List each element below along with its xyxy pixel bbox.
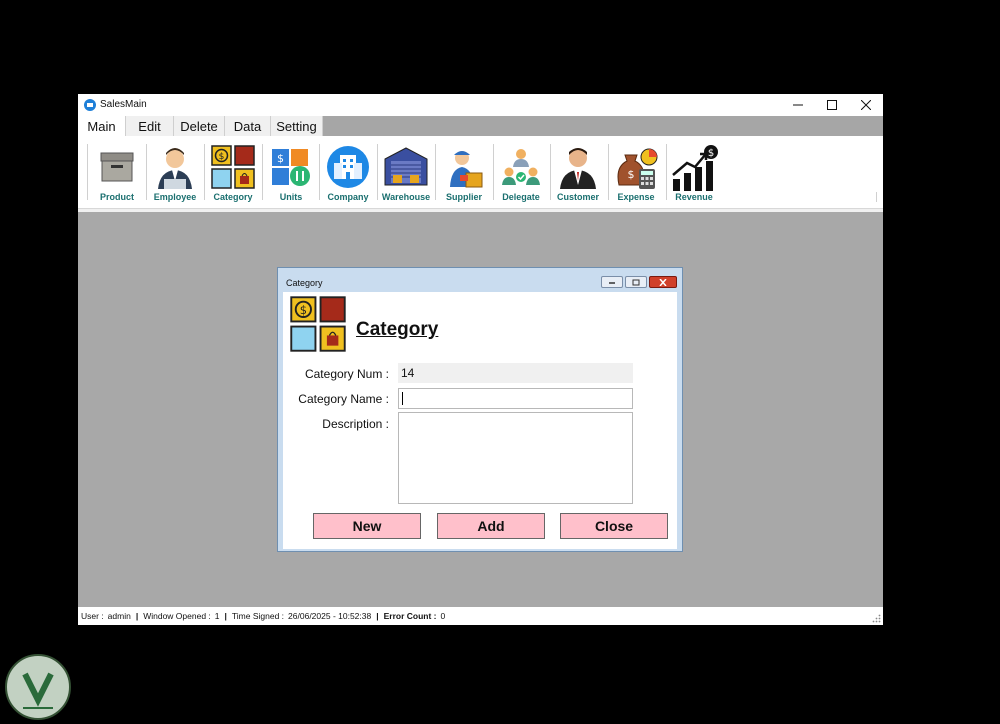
minimize-icon — [793, 104, 803, 106]
category-icon: $ — [211, 145, 255, 189]
employee-icon — [158, 148, 192, 189]
category-button[interactable]: $ Category — [205, 142, 261, 204]
units-label: Units — [279, 192, 303, 202]
add-button[interactable]: Add — [437, 513, 545, 539]
company-button[interactable]: Company — [320, 142, 376, 204]
category-icon: $ — [290, 296, 346, 352]
category-name-label: Category Name : — [298, 392, 389, 406]
supplier-button[interactable]: Supplier — [436, 142, 492, 204]
tab-main[interactable]: Main — [78, 116, 126, 137]
dialog-title: Category — [286, 278, 323, 288]
warehouse-button[interactable]: Warehouse — [378, 142, 434, 204]
dialog-minimize-button[interactable] — [601, 276, 623, 288]
company-label: Company — [327, 192, 369, 202]
description-label: Description : — [322, 417, 389, 431]
resize-grip-icon[interactable] — [872, 614, 881, 623]
app-icon — [84, 99, 96, 111]
revenue-button[interactable]: $ Revenue — [666, 142, 722, 204]
status-user: admin — [107, 611, 131, 621]
close-icon — [861, 100, 871, 110]
expense-label: Expense — [617, 192, 655, 202]
warehouse-label: Warehouse — [381, 192, 431, 202]
status-window-count: 1 — [214, 611, 220, 621]
tab-edit[interactable]: Edit — [126, 116, 174, 136]
toolbar-ribbon: Product Employee $ Category $ Units Comp… — [78, 136, 883, 209]
svg-text:$: $ — [628, 168, 635, 181]
maximize-button[interactable] — [815, 94, 849, 116]
svg-text:$: $ — [708, 148, 714, 159]
minimize-button[interactable] — [781, 94, 815, 116]
revenue-icon: $ — [672, 145, 718, 191]
product-button[interactable]: Product — [89, 142, 145, 204]
maximize-icon — [632, 279, 640, 285]
employee-label: Employee — [153, 192, 197, 202]
dialog-close-button[interactable] — [649, 276, 677, 288]
status-bar: User : admin | Window Opened : 1 | Time … — [78, 607, 883, 625]
title-bar[interactable]: SalesMain — [78, 94, 883, 116]
category-num-label: Category Num : — [304, 367, 389, 381]
svg-text:$: $ — [300, 303, 307, 317]
box-icon — [100, 152, 134, 182]
supplier-icon — [450, 151, 483, 188]
status-error-count: 0 — [440, 611, 446, 621]
product-label: Product — [99, 192, 134, 202]
customer-icon — [560, 148, 596, 189]
ribbon-grip — [87, 144, 88, 200]
category-label: Category — [213, 192, 253, 202]
expense-button[interactable]: $ Expense — [608, 142, 664, 204]
maximize-icon — [827, 100, 837, 110]
status-user-label: User : — [81, 611, 104, 621]
customer-label: Customer — [556, 192, 599, 202]
close-icon — [659, 278, 667, 286]
svg-text:$: $ — [219, 152, 225, 162]
status-separator: | — [224, 611, 227, 621]
status-error-label: Error Count : — [383, 611, 437, 621]
delegate-label: Delegate — [502, 192, 540, 202]
description-textarea[interactable] — [398, 412, 633, 504]
units-icon: $ — [272, 149, 310, 186]
tab-data[interactable]: Data — [225, 116, 271, 136]
svg-text:$: $ — [277, 152, 284, 165]
warehouse-icon — [384, 147, 428, 186]
close-button[interactable]: Close — [560, 513, 668, 539]
close-window-button[interactable] — [849, 94, 883, 116]
expense-icon: $ — [617, 148, 658, 189]
status-time-label: Time Signed : — [231, 611, 285, 621]
category-dialog: Category $ Category Category Num : 14 Ca… — [277, 267, 683, 552]
tab-delete[interactable]: Delete — [174, 116, 225, 136]
employee-button[interactable]: Employee — [147, 142, 203, 204]
category-name-input[interactable] — [398, 388, 633, 409]
units-button[interactable]: $ Units — [263, 142, 319, 204]
company-icon — [327, 146, 369, 188]
dialog-heading: Category — [356, 319, 439, 340]
tab-strip: Main Edit Delete Data Setting — [78, 116, 883, 137]
status-separator: | — [135, 611, 139, 621]
status-time: 26/06/2025 - 10:52:38 — [288, 611, 372, 621]
supplier-label: Supplier — [445, 192, 482, 202]
window-title: SalesMain — [100, 99, 147, 110]
dialog-body: $ Category Category Num : 14 Category Na… — [283, 292, 677, 549]
revenue-label: Revenue — [675, 192, 713, 202]
category-num-field: 14 — [398, 363, 633, 383]
watermark-logo — [5, 654, 71, 720]
delegate-button[interactable]: Delegate — [493, 142, 549, 204]
tab-setting[interactable]: Setting — [271, 116, 323, 136]
ribbon-separator — [876, 192, 877, 202]
text-caret — [402, 392, 403, 406]
minimize-icon — [609, 282, 615, 284]
customer-button[interactable]: Customer — [550, 142, 606, 204]
status-window-label: Window Opened : — [143, 611, 211, 621]
new-button[interactable]: New — [313, 513, 421, 539]
dialog-maximize-button[interactable] — [625, 276, 647, 288]
delegate-icon — [502, 149, 540, 185]
status-separator: | — [376, 611, 379, 621]
